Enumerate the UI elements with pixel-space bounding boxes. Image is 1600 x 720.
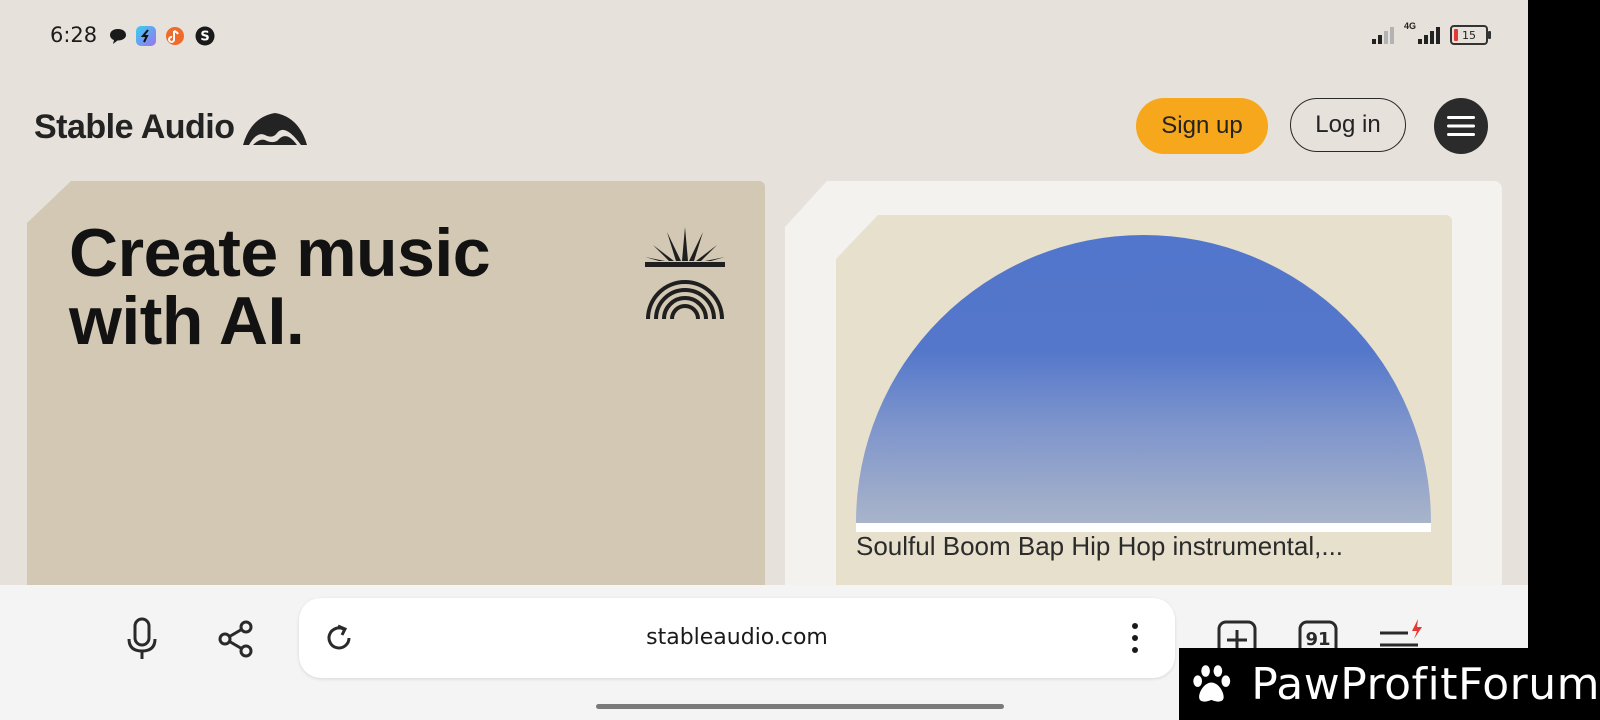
more-vert-icon[interactable] bbox=[1125, 622, 1145, 654]
track-artwork bbox=[856, 235, 1431, 523]
track-item[interactable]: Soulful Boom Bap Hip Hop instrumental,..… bbox=[836, 215, 1452, 601]
battery-level: 15 bbox=[1462, 28, 1476, 42]
music-app-icon bbox=[165, 26, 185, 46]
home-indicator[interactable] bbox=[596, 704, 1004, 709]
phone-screen: 6:28 S 4G 15 Stable Audio Sign up Log in… bbox=[0, 0, 1528, 720]
signal-strength-icon-2 bbox=[1418, 26, 1440, 44]
sun-rainbow-icon bbox=[645, 227, 725, 320]
signal-strength-icon bbox=[1371, 26, 1394, 44]
url-text[interactable]: stableaudio.com bbox=[299, 598, 1175, 678]
chat-bubble-icon bbox=[108, 26, 128, 46]
paw-icon bbox=[1193, 665, 1231, 702]
sign-up-button[interactable]: Sign up bbox=[1136, 98, 1268, 154]
logo-mountain-icon bbox=[242, 112, 307, 145]
battery-icon: 15 bbox=[1450, 25, 1491, 45]
track-player-card: Soulful Boom Bap Hip Hop instrumental,..… bbox=[785, 181, 1502, 601]
network-type-label: 4G bbox=[1403, 21, 1416, 31]
status-indicators: 4G 15 bbox=[1371, 21, 1491, 48]
site-logo[interactable]: Stable Audio bbox=[34, 108, 307, 147]
watermark: PawProfitForum bbox=[1179, 648, 1600, 720]
share-icon[interactable] bbox=[216, 619, 256, 659]
log-in-button[interactable]: Log in bbox=[1290, 98, 1406, 152]
hamburger-menu-icon bbox=[1447, 116, 1475, 136]
hero-title: Create music with AI. bbox=[69, 215, 491, 359]
menu-button[interactable] bbox=[1434, 98, 1488, 154]
track-title: Soulful Boom Bap Hip Hop instrumental,..… bbox=[856, 531, 1344, 561]
threads-icon: S bbox=[195, 26, 215, 46]
logo-text: Stable Audio bbox=[34, 108, 235, 146]
status-time: 6:28 bbox=[50, 23, 98, 47]
hero-card: Create music with AI. bbox=[27, 181, 765, 601]
address-bar[interactable]: stableaudio.com bbox=[299, 598, 1175, 678]
watermark-text: PawProfitForum bbox=[1251, 658, 1600, 710]
site-header: Stable Audio Sign up Log in bbox=[0, 90, 1528, 162]
shazam-app-icon bbox=[136, 26, 156, 46]
microphone-icon[interactable] bbox=[122, 617, 162, 661]
svg-text:S: S bbox=[200, 30, 209, 45]
status-bar: 6:28 S 4G 15 bbox=[0, 0, 1528, 72]
